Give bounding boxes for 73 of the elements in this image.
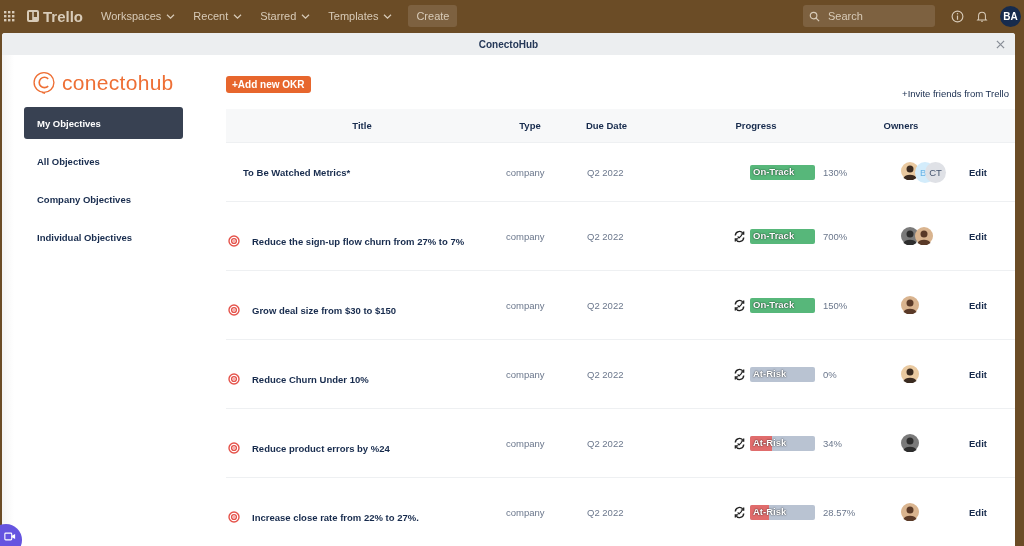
table-cell-text: company: [505, 368, 546, 380]
chevron-down-icon: [383, 12, 393, 20]
chevron-down-icon: [166, 12, 176, 20]
objective-title[interactable]: Reduce the sign-up flow churn from 27% to 7%: [252, 235, 465, 247]
edit-link[interactable]: Edit: [969, 368, 987, 380]
objective-title[interactable]: Grow deal size from $30 to $150: [252, 304, 397, 316]
trello-board-icon: [27, 10, 39, 22]
edit-link[interactable]: Edit: [969, 506, 987, 518]
sync-icon[interactable]: [733, 436, 746, 450]
table-cell-text: Q2 2022: [586, 368, 625, 380]
progress-percent: 700%: [823, 230, 848, 242]
table-cell-text: Q2 2022: [586, 230, 625, 242]
sync-icon[interactable]: [733, 298, 746, 312]
nav-menu-button[interactable]: Templates: [322, 6, 399, 26]
nav-menu-button[interactable]: Recent: [187, 6, 249, 26]
edit-link[interactable]: Edit: [969, 437, 987, 449]
chevron-down-icon: [301, 12, 311, 20]
progress-percent: 34%: [823, 437, 842, 449]
progress-bar: At-Risk: [750, 366, 815, 382]
progress-percent: 150%: [823, 299, 848, 311]
table-cell-text: company: [505, 299, 546, 311]
create-button[interactable]: Create: [408, 5, 458, 27]
sync-icon[interactable]: [733, 367, 746, 381]
progress-percent: 130%: [823, 166, 848, 178]
trello-logo[interactable]: Trello: [27, 7, 83, 25]
sync-icon[interactable]: [733, 229, 746, 243]
progress-bar: On-Track: [750, 164, 815, 180]
edit-link[interactable]: Edit: [969, 299, 987, 311]
column-header: Title: [351, 120, 373, 131]
column-header: Type: [518, 120, 542, 131]
sidebar-item[interactable]: Individual Objectives: [24, 221, 183, 253]
progress-bar: On-Track: [750, 228, 815, 244]
objective-title[interactable]: Reduce Churn Under 10%: [252, 373, 369, 385]
window-title: ConectoHub: [478, 38, 539, 50]
column-header: Due Date: [584, 120, 629, 131]
column-header: Owners: [882, 120, 920, 131]
sidebar-item[interactable]: Company Objectives: [24, 183, 183, 215]
table-cell-text: company: [505, 166, 546, 178]
edit-link[interactable]: Edit: [969, 166, 987, 178]
invite-link[interactable]: +Invite friends from Trello: [902, 88, 1009, 99]
edit-link[interactable]: Edit: [969, 230, 987, 242]
progress-bar: On-Track: [750, 297, 815, 313]
column-header: Progress: [734, 120, 778, 131]
table-cell-text: Q2 2022: [586, 506, 625, 518]
nav-menu-button[interactable]: Workspaces: [95, 6, 182, 26]
table-cell-text: Q2 2022: [586, 299, 625, 311]
video-camera-icon: [4, 531, 16, 541]
user-avatar[interactable]: BA: [1000, 5, 1021, 27]
apps-grid-icon[interactable]: [4, 10, 15, 22]
sidebar-item[interactable]: My Objectives: [24, 107, 183, 139]
progress-percent: 0%: [823, 368, 837, 380]
bell-icon[interactable]: [976, 9, 988, 23]
table-cell-text: company: [505, 506, 546, 518]
chevron-down-icon: [233, 12, 243, 20]
table-cell-text: company: [505, 437, 546, 449]
nav-menu-button[interactable]: Starred: [254, 6, 317, 26]
table-cell-text: company: [505, 230, 546, 242]
table-cell-text: Q2 2022: [586, 437, 625, 449]
conectohub-logo-icon: [32, 71, 56, 95]
sync-icon[interactable]: [733, 505, 746, 519]
objective-title[interactable]: To Be Watched Metrics*: [243, 166, 351, 178]
table-cell-text: Q2 2022: [586, 166, 625, 178]
info-icon[interactable]: [951, 9, 964, 23]
progress-percent: 28.57%: [823, 506, 856, 518]
search-input[interactable]: Search: [826, 9, 920, 23]
objective-title[interactable]: Increase close rate from 22% to 27%.: [252, 511, 419, 523]
owner-initials: CT: [925, 161, 946, 183]
logo-text: conectohub: [62, 71, 174, 95]
close-icon[interactable]: [996, 40, 1005, 49]
search-field[interactable]: Search: [803, 5, 935, 27]
sidebar-item[interactable]: All Objectives: [24, 145, 183, 177]
search-icon: [809, 10, 820, 22]
objective-title[interactable]: Reduce product errors by %24: [252, 442, 390, 454]
